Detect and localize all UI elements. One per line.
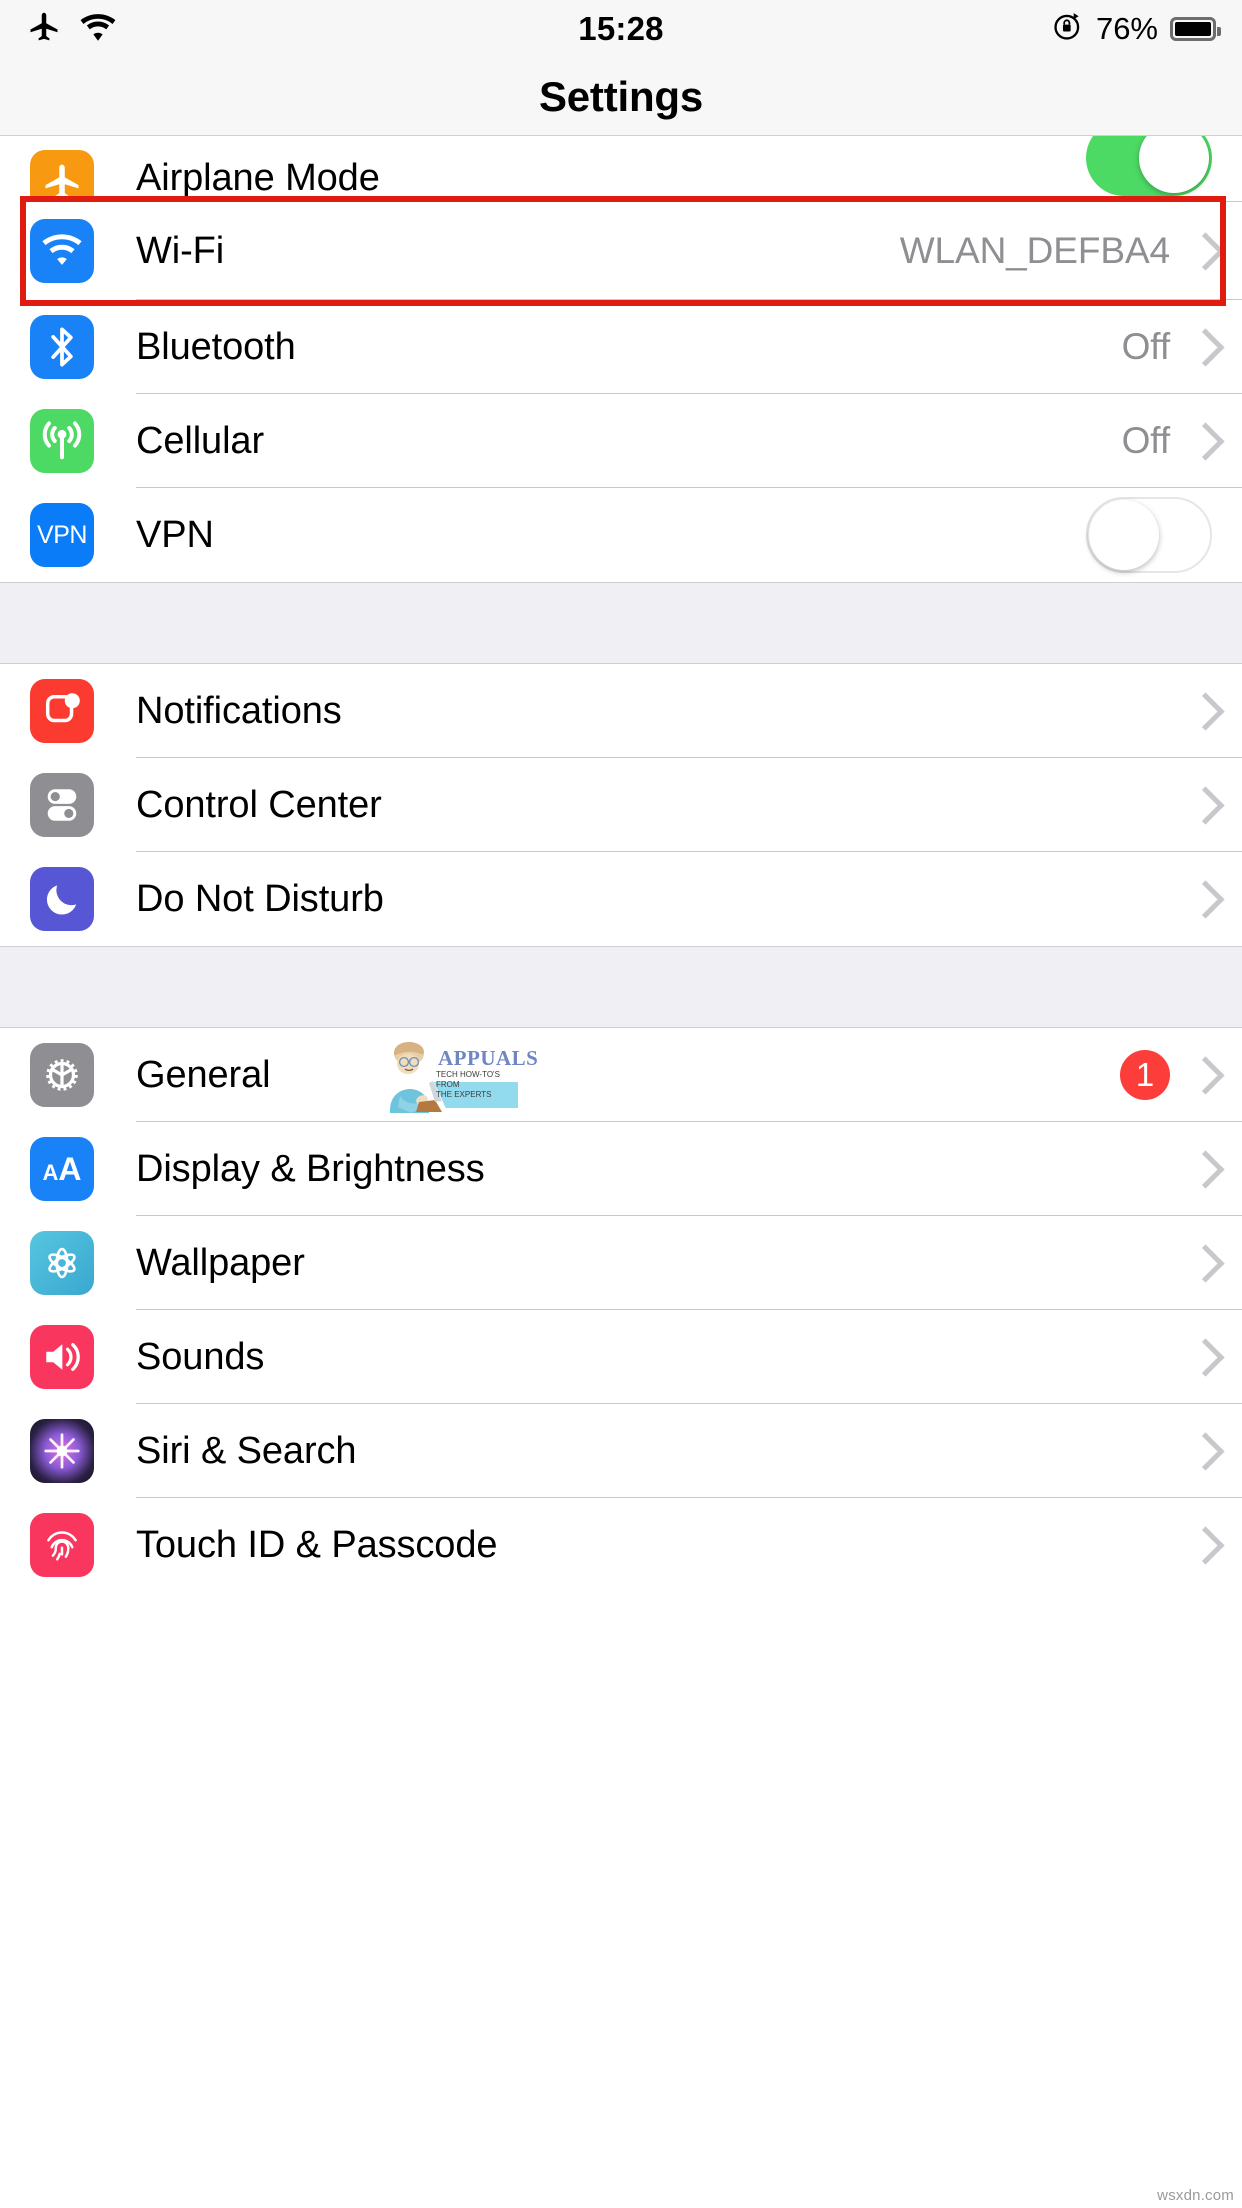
navigation-bar: Settings <box>0 58 1242 136</box>
settings-group-alerts: Notifications Control Center Do Not Dist… <box>0 664 1242 946</box>
bluetooth-state-value: Off <box>1121 326 1170 367</box>
settings-row-label: Wi-Fi <box>136 229 225 272</box>
footer-credit: wsxdn.com <box>1157 2187 1234 2204</box>
settings-row-accessory[interactable] <box>1086 497 1212 573</box>
settings-row-label: Do Not Disturb <box>136 877 384 920</box>
settings-row-touch-id-passcode[interactable]: Touch ID & Passcode <box>0 1498 1242 1592</box>
settings-row-label: Sounds <box>136 1335 265 1378</box>
wifi-icon <box>80 12 116 47</box>
settings-row-notifications[interactable]: Notifications <box>0 664 1242 758</box>
settings-row-accessory <box>1192 1152 1212 1186</box>
cellular-icon <box>30 409 94 473</box>
settings-row-accessory <box>1192 1340 1212 1374</box>
display-brightness-icon: AA <box>30 1137 94 1201</box>
settings-group-system: General 1 AA Display & Brightness Wallpa… <box>0 1028 1242 1592</box>
chevron-right-icon <box>1192 234 1212 268</box>
settings-row-accessory <box>1192 694 1212 728</box>
settings-row-label: Airplane Mode <box>136 157 380 199</box>
settings-row-label: General <box>136 1053 271 1096</box>
chevron-right-icon <box>1192 694 1212 728</box>
chevron-right-icon <box>1192 1152 1212 1186</box>
settings-row-label: Display & Brightness <box>136 1147 485 1190</box>
battery-percent: 76% <box>1095 11 1158 46</box>
settings-row-bluetooth[interactable]: Bluetooth Off <box>0 300 1242 394</box>
touch-id-icon <box>30 1513 94 1577</box>
settings-row-accessory[interactable] <box>1086 136 1212 200</box>
wifi-network-value: WLAN_DEFBA4 <box>899 230 1170 271</box>
group-separator <box>0 946 1242 1028</box>
chevron-right-icon <box>1192 330 1212 364</box>
chevron-right-icon <box>1192 1340 1212 1374</box>
settings-row-siri-search[interactable]: Siri & Search <box>0 1404 1242 1498</box>
settings-list[interactable]: Airplane Mode Wi-Fi WLAN_DEFBA4 Bluetoot… <box>0 136 1242 1592</box>
general-badge: 1 <box>1120 1050 1170 1100</box>
siri-icon <box>30 1419 94 1483</box>
status-bar-right: 76% <box>1051 0 1221 58</box>
settings-row-label: Notifications <box>136 689 342 732</box>
status-bar: 15:28 76% <box>0 0 1242 58</box>
gear-icon <box>30 1043 94 1107</box>
sounds-icon <box>30 1325 94 1389</box>
chevron-right-icon <box>1192 1246 1212 1280</box>
status-bar-left <box>26 9 116 50</box>
vpn-icon-label: VPN <box>37 520 87 549</box>
settings-row-label: Control Center <box>136 783 382 826</box>
settings-group-connectivity: Airplane Mode Wi-Fi WLAN_DEFBA4 Bluetoot… <box>0 136 1242 582</box>
control-center-icon <box>30 773 94 837</box>
settings-row-airplane-mode[interactable]: Airplane Mode <box>0 136 1242 202</box>
settings-row-label: Wallpaper <box>136 1241 305 1284</box>
settings-row-sounds[interactable]: Sounds <box>0 1310 1242 1404</box>
settings-row-general[interactable]: General 1 <box>0 1028 1242 1122</box>
airplane-icon <box>26 9 62 50</box>
notifications-icon <box>30 679 94 743</box>
settings-row-cellular[interactable]: Cellular Off <box>0 394 1242 488</box>
settings-row-accessory <box>1192 1246 1212 1280</box>
settings-row-label: VPN <box>136 513 214 556</box>
settings-row-vpn[interactable]: VPN VPN <box>0 488 1242 582</box>
status-time: 15:28 <box>578 10 664 47</box>
chevron-right-icon <box>1192 1058 1212 1092</box>
toggle-knob <box>1089 500 1159 570</box>
cellular-state-value: Off <box>1121 420 1170 461</box>
settings-row-accessory: 1 <box>1120 1050 1212 1100</box>
settings-row-control-center[interactable]: Control Center <box>0 758 1242 852</box>
display-brightness-icon-label: AA <box>42 1151 82 1187</box>
chevron-right-icon <box>1192 882 1212 916</box>
settings-row-label: Bluetooth <box>136 325 296 368</box>
page-title: Settings <box>538 72 704 120</box>
settings-row-label: Cellular <box>136 419 265 462</box>
settings-row-accessory: WLAN_DEFBA4 <box>900 230 1212 272</box>
settings-row-accessory <box>1192 1528 1212 1562</box>
settings-row-accessory <box>1192 882 1212 916</box>
settings-row-wi-fi[interactable]: Wi-Fi WLAN_DEFBA4 <box>0 202 1242 300</box>
chevron-right-icon <box>1192 1528 1212 1562</box>
settings-row-label: Siri & Search <box>136 1429 357 1472</box>
settings-row-accessory: Off <box>1122 326 1212 368</box>
settings-row-display-brightness[interactable]: AA Display & Brightness <box>0 1122 1242 1216</box>
chevron-right-icon <box>1192 424 1212 458</box>
settings-row-do-not-disturb[interactable]: Do Not Disturb <box>0 852 1242 946</box>
wifi-icon <box>30 219 94 283</box>
battery-icon <box>1170 17 1221 41</box>
chevron-right-icon <box>1192 788 1212 822</box>
bluetooth-icon <box>30 315 94 379</box>
settings-row-accessory: Off <box>1122 420 1212 462</box>
settings-row-label: Touch ID & Passcode <box>136 1523 498 1566</box>
toggle-knob <box>1139 136 1209 193</box>
chevron-right-icon <box>1192 1434 1212 1468</box>
settings-row-wallpaper[interactable]: Wallpaper <box>0 1216 1242 1310</box>
group-separator <box>0 582 1242 664</box>
airplane-icon <box>30 150 94 202</box>
vpn-toggle[interactable] <box>1086 497 1212 573</box>
settings-row-accessory <box>1192 788 1212 822</box>
wallpaper-icon <box>30 1231 94 1295</box>
battery-fill <box>1175 22 1211 36</box>
moon-icon <box>30 867 94 931</box>
vpn-icon: VPN <box>30 503 94 567</box>
settings-row-accessory <box>1192 1434 1212 1468</box>
rotation-lock-icon <box>1051 10 1084 48</box>
airplane-mode-toggle[interactable] <box>1086 136 1212 196</box>
highlight-wrapper: Wi-Fi WLAN_DEFBA4 <box>0 196 1242 306</box>
